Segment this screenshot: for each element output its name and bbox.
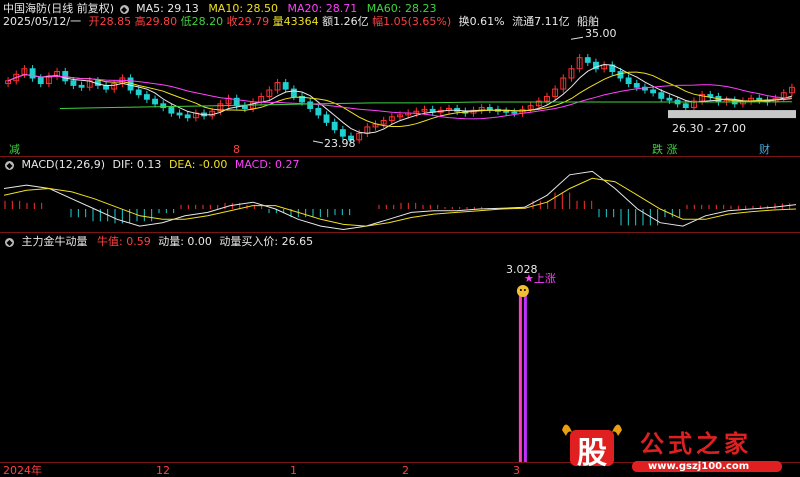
candle-body [29,68,36,79]
x-tick-3: 2 [402,464,409,477]
candle-body [282,82,289,90]
marker-die-zhang: 跌 涨 [652,143,678,156]
macd-name[interactable]: MACD(12,26,9) [22,158,106,171]
candle-body [176,112,183,116]
range-box [668,110,796,119]
x-tick-1: 12 [156,464,170,477]
candle-body [756,97,763,101]
marker-8: 8 [233,143,240,156]
candle-body [486,107,493,110]
signal-header: ◆ 主力金牛动量 牛值: 0.59 动量: 0.00 动量买入价: 26.65 [3,235,313,248]
macd-dif-line [3,170,797,231]
low-marker-label: 23.98 [324,137,356,150]
momentum-readout: 动量: 0.00 [158,235,212,248]
candle-body [37,77,44,85]
candle-body [682,103,689,109]
candle-body [135,89,142,96]
low-marker-leader [312,140,324,144]
signal-bar-1 [518,292,522,462]
candle-body [143,94,150,100]
macd-settings-icon[interactable]: ◆ [5,160,14,170]
macd-dea: DEA: -0.00 [168,158,228,171]
signal-bar-2 [523,292,527,462]
candle-body [184,114,191,119]
candle-body [584,57,591,63]
candle-body [666,97,673,101]
candle-body [650,89,657,94]
signal-face-icon [516,285,529,297]
candle-body [152,98,159,105]
marker-die-zhang-text: 跌 涨 [652,143,678,156]
signal-text: ★上涨 [524,272,556,285]
candle-body [511,111,518,114]
buy-price-readout: 动量买入价: 26.65 [219,235,314,248]
panel-separator-2 [0,232,800,233]
niu-value: 0.59 [126,235,151,248]
candle-body [290,88,297,97]
x-tick-0: 2024年 [3,464,42,477]
signal-face-eye [523,289,526,291]
range-marker-label: 26.30 - 27.00 [672,122,746,135]
candle-body [331,121,338,131]
niu-label: 牛值: [97,235,123,248]
watermark-name: 公式之家 [640,429,752,458]
candle-body [658,92,665,99]
candle-body [617,71,624,79]
candle-body [78,84,85,88]
candle-body [323,114,330,123]
candle-body [315,107,322,116]
high-marker-leader [570,36,584,40]
high-marker-label: 35.00 [585,27,617,40]
watermark-brand: 股 [577,436,607,471]
macd-header: ◆ MACD(12,26,9) DIF: 0.13 DEA: -0.00 MAC… [3,158,300,171]
signal-settings-icon[interactable]: ◆ [5,237,14,247]
candle-body [168,107,175,114]
signal-face-eye [519,289,522,291]
candle-body [307,101,314,109]
watermark-logo: 股 公式之家 www.gszj100.com [560,420,790,472]
candle-body [633,83,640,88]
macd-value: MACD: 0.27 [234,158,300,171]
panel-separator-1 [0,156,800,157]
x-tick-2: 1 [290,464,297,477]
signal-name[interactable]: 主力金牛动量 [22,235,88,248]
candle-body [70,80,77,86]
macd-dif: DIF: 0.13 [112,158,162,171]
candle-body [707,94,714,97]
marker-jian: 减 [9,143,20,156]
candle-body [503,110,510,113]
candle-body [625,77,632,85]
candle-body [339,129,346,137]
x-tick-4: 3 [513,464,520,477]
watermark-url: www.gszj100.com [648,461,750,472]
marker-cai: 财 [759,143,770,156]
